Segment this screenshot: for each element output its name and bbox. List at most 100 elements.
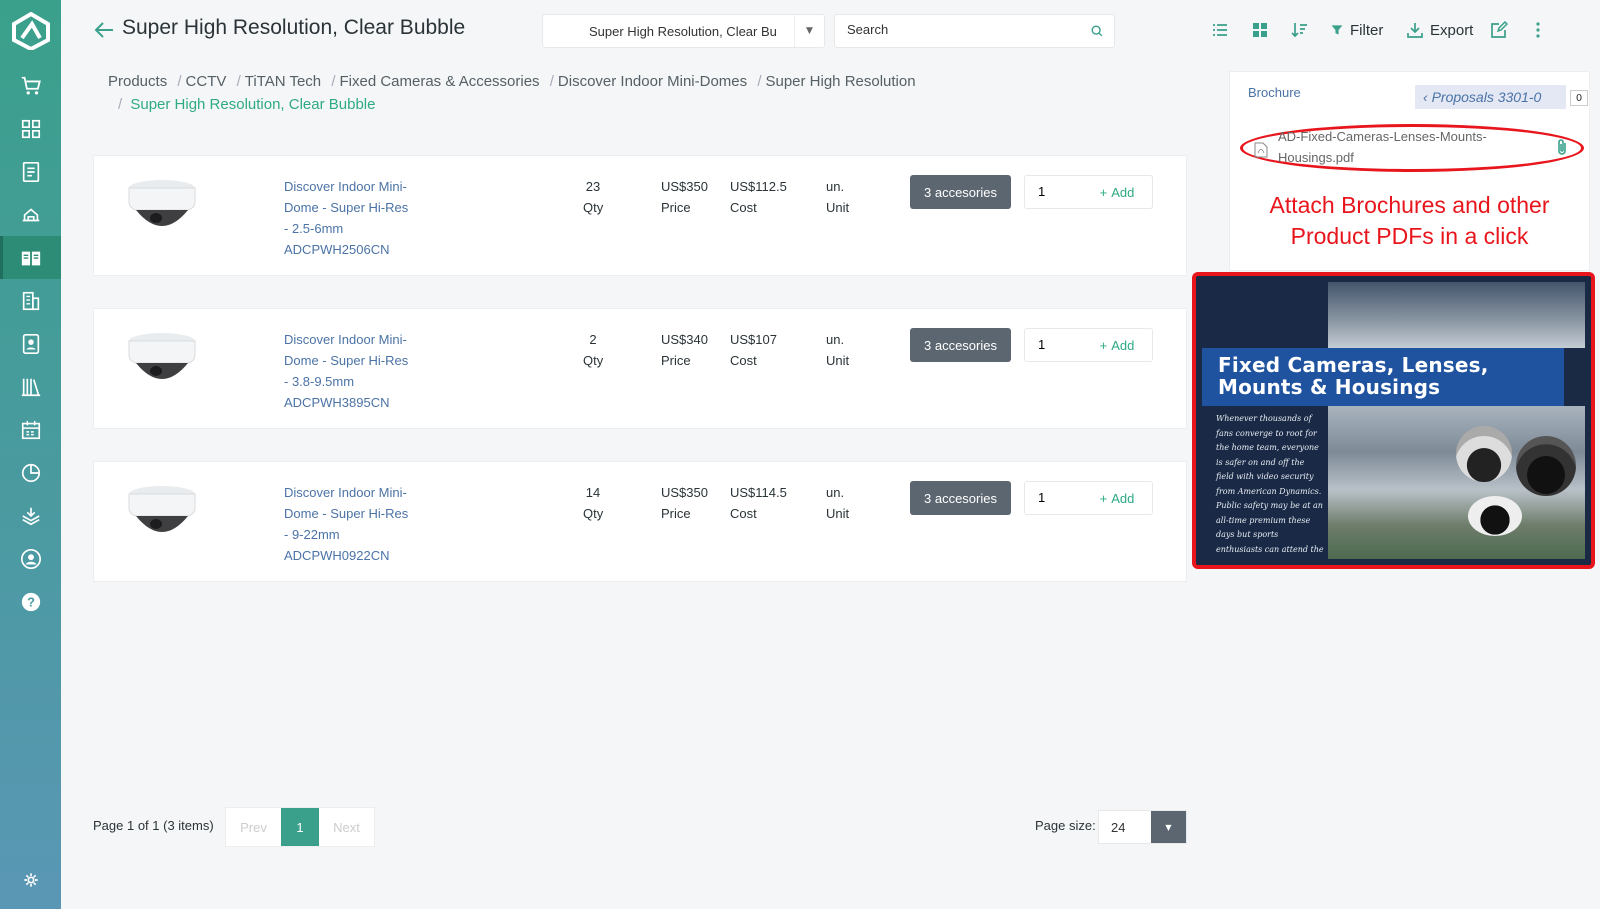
product-name-link[interactable]: Discover Indoor Mini- Dome - Super Hi-Re…: [284, 329, 434, 413]
dome-camera-image: [1516, 436, 1576, 496]
dome-camera-image: [1456, 426, 1512, 482]
quantity-input[interactable]: [1038, 337, 1078, 352]
cart-icon[interactable]: [0, 64, 61, 107]
help-icon[interactable]: ?: [0, 580, 61, 623]
quantity-stepper[interactable]: + Add: [1024, 481, 1153, 515]
tools-icon[interactable]: [0, 193, 61, 236]
annotation-line: Product PDFs in a click: [1290, 223, 1529, 249]
pagination: Prev 1 Next: [225, 807, 375, 847]
cost-value: US$114.5: [730, 485, 787, 500]
brochure-file-name[interactable]: AD-Fixed-Cameras-Lenses-Mounts-Housings.…: [1278, 126, 1528, 168]
category-select[interactable]: Super High Resolution, Clear Bul ▼: [542, 14, 825, 48]
unit-label: Unit: [826, 506, 850, 521]
add-button[interactable]: + Add: [1082, 329, 1152, 361]
breadcrumb-item[interactable]: Products: [108, 70, 167, 93]
dome-camera-image: [128, 333, 196, 379]
stack-icon[interactable]: [0, 494, 61, 537]
grid-view-icon: [1253, 23, 1267, 37]
list-view-icon: [1213, 24, 1227, 36]
accessories-button[interactable]: 3 accesories: [910, 175, 1011, 209]
unit-label: Unit: [826, 353, 850, 368]
grid-view-button[interactable]: [1251, 20, 1269, 40]
chevron-down-icon[interactable]: ▼: [794, 15, 824, 47]
search-input[interactable]: [847, 22, 1067, 37]
add-label: Add: [1111, 184, 1135, 200]
breadcrumb-current: / Super High Resolution, Clear Bubble: [118, 96, 376, 113]
cost-label: Cost: [730, 200, 757, 215]
document-icon[interactable]: [0, 150, 61, 193]
product-name-link[interactable]: Discover Indoor Mini- Dome - Super Hi-Re…: [284, 176, 434, 260]
brochure-file-item[interactable]: AD-Fixed-Cameras-Lenses-Mounts-Housings.…: [1240, 124, 1584, 172]
quantity-input[interactable]: [1038, 184, 1078, 199]
sort-icon: [1291, 23, 1307, 38]
quantity-input[interactable]: [1038, 490, 1078, 505]
plus-icon: +: [1099, 337, 1108, 353]
sort-button[interactable]: [1291, 20, 1309, 40]
stadium-image: [1328, 406, 1585, 559]
add-label: Add: [1111, 337, 1135, 353]
search-icon[interactable]: [1090, 24, 1104, 38]
filter-button[interactable]: Filter: [1330, 20, 1383, 40]
price-label: Price: [661, 200, 691, 215]
price-column: US$350 Price: [661, 176, 708, 218]
breadcrumb-item[interactable]: CCTV: [186, 70, 227, 93]
page-size-select[interactable]: 24 ▼: [1098, 810, 1187, 844]
breadcrumb-item[interactable]: Fixed Cameras & Accessories: [339, 70, 539, 93]
breadcrumb-item[interactable]: Discover Indoor Mini-Domes: [558, 70, 747, 93]
quantity-stepper[interactable]: + Add: [1024, 175, 1153, 209]
settings-icon[interactable]: [0, 858, 61, 901]
brochure-body-text: Whenever thousands of fans converge to r…: [1216, 414, 1324, 554]
proposals-tab[interactable]: ‹ Proposals 3301-0: [1415, 85, 1566, 109]
edit-button[interactable]: [1490, 20, 1508, 40]
brochure-preview[interactable]: Fixed Cameras, Lenses, Mounts & Housings…: [1192, 272, 1595, 569]
category-select-value: Super High Resolution, Clear Bul: [589, 24, 777, 39]
logo-icon[interactable]: [12, 12, 50, 50]
add-button[interactable]: + Add: [1082, 482, 1152, 514]
back-arrow-icon[interactable]: [93, 18, 117, 42]
dashboard-icon[interactable]: [0, 107, 61, 150]
contact-icon[interactable]: [0, 322, 61, 365]
dome-camera-image: [1468, 496, 1522, 536]
qty-label: Qty: [583, 200, 604, 215]
product-name-link[interactable]: Discover Indoor Mini- Dome - Super Hi-Re…: [284, 482, 434, 566]
edit-icon: [1491, 21, 1508, 38]
unit-column: un. Unit: [826, 176, 849, 218]
library-icon[interactable]: [0, 365, 61, 408]
chevron-down-icon[interactable]: ▼: [1151, 811, 1186, 843]
paperclip-icon[interactable]: [1556, 138, 1570, 156]
user-icon[interactable]: [0, 537, 61, 580]
prev-page-button[interactable]: Prev: [226, 808, 281, 846]
building-icon[interactable]: [0, 279, 61, 322]
export-button[interactable]: Export: [1406, 20, 1473, 40]
add-button[interactable]: + Add: [1082, 176, 1152, 208]
search-field[interactable]: [834, 14, 1115, 48]
cost-column: US$107 Cost: [730, 329, 777, 371]
list-view-button[interactable]: [1211, 20, 1229, 40]
chart-icon[interactable]: [0, 451, 61, 494]
page-1-button[interactable]: 1: [281, 808, 319, 846]
cost-column: US$112.5 Cost: [730, 176, 787, 218]
dome-camera-image: [128, 486, 196, 532]
cost-label: Cost: [730, 353, 757, 368]
qty-value: 23: [585, 179, 601, 194]
cost-label: Cost: [730, 506, 757, 521]
calendar-icon[interactable]: [0, 408, 61, 451]
accessories-button[interactable]: 3 accesories: [910, 481, 1011, 515]
quantity-stepper[interactable]: + Add: [1024, 328, 1153, 362]
proposal-count-badge: 0: [1570, 90, 1588, 106]
breadcrumb-separator: /: [177, 73, 182, 90]
price-column: US$340 Price: [661, 329, 708, 371]
price-label: Price: [661, 353, 691, 368]
breadcrumb-item[interactable]: TiTAN Tech: [245, 70, 321, 93]
product-row[interactable]: Discover Indoor Mini- Dome - Super Hi-Re…: [93, 155, 1187, 276]
breadcrumb-item[interactable]: Super High Resolution: [765, 70, 915, 93]
product-row[interactable]: Discover Indoor Mini- Dome - Super Hi-Re…: [93, 308, 1187, 429]
accessories-button[interactable]: 3 accesories: [910, 328, 1011, 362]
catalog-icon[interactable]: [0, 236, 61, 279]
price-label: Price: [661, 506, 691, 521]
more-options-button[interactable]: [1529, 20, 1547, 40]
brochure-heading: Brochure: [1248, 85, 1301, 100]
product-row[interactable]: Discover Indoor Mini- Dome - Super Hi-Re…: [93, 461, 1187, 582]
next-page-button[interactable]: Next: [319, 808, 374, 846]
unit-label: Unit: [826, 200, 850, 215]
